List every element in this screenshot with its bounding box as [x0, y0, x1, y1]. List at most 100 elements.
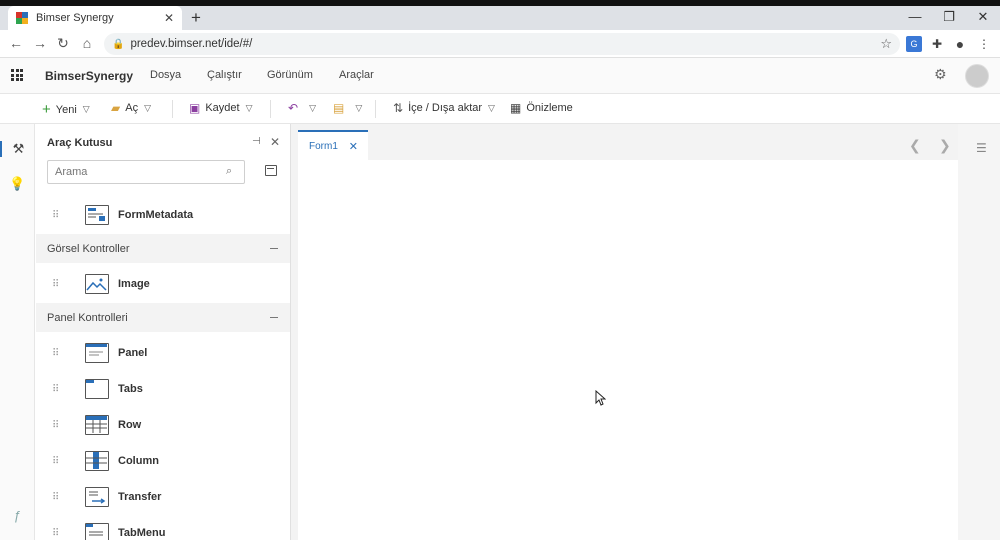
close-tab-icon[interactable]: ✕ — [164, 11, 174, 25]
lightbulb-icon[interactable]: 💡 — [0, 176, 35, 192]
restore-icon[interactable]: ❐ — [932, 6, 966, 30]
section-gorsel-kontroller[interactable]: Görsel Kontroller — [36, 234, 290, 263]
drag-handle-icon[interactable]: ⠿ — [52, 210, 68, 221]
url-text: predev.bimser.net/ide/#/ — [130, 38, 253, 50]
form-design-canvas[interactable] — [298, 160, 958, 540]
profile-icon[interactable]: ● — [952, 36, 968, 52]
clipboard-icon: ▤ — [333, 101, 345, 115]
save-button[interactable]: ▣ Kaydet ▽ — [189, 101, 253, 115]
browser-menu-icon[interactable]: ⋮ — [976, 36, 992, 52]
folder-icon: ▰ — [111, 101, 121, 115]
section-label: Panel Kontrolleri — [47, 311, 128, 324]
save-icon: ▣ — [189, 101, 201, 115]
browser-tab-title: Bimser Synergy — [36, 12, 114, 24]
function-icon[interactable]: ƒ — [0, 508, 35, 523]
right-panel-strip: ☰ — [958, 124, 1000, 540]
new-tab-icon[interactable]: + — [191, 9, 201, 27]
drag-handle-icon[interactable]: ⠿ — [52, 528, 68, 539]
tab-form1[interactable]: Form1 ✕ — [298, 130, 368, 160]
toolbox-item-label: Tabs — [118, 383, 143, 395]
preview-icon: ▦ — [510, 101, 522, 115]
toolbox-item-formmetadata[interactable]: ⠿ FormMetadata — [36, 198, 290, 232]
image-icon — [85, 274, 109, 294]
new-button[interactable]: + Yeni ▽ — [42, 101, 90, 118]
tabmenu-icon — [85, 523, 109, 540]
url-field[interactable]: 🔒 predev.bimser.net/ide/#/ ☆ — [104, 33, 900, 55]
minimize-icon[interactable]: — — [898, 6, 932, 30]
forward-icon[interactable]: → — [31, 35, 49, 51]
back-icon[interactable]: ← — [7, 35, 25, 51]
toolbox-item-column[interactable]: ⠿ Column — [36, 444, 290, 478]
tabs-icon — [85, 379, 109, 399]
close-icon[interactable]: ✕ — [270, 135, 280, 149]
undo-icon: ↶ — [288, 101, 299, 115]
menu-gorunum[interactable]: Görünüm — [267, 69, 313, 81]
toolbar: + Yeni ▽ ▰ Aç ▽ ▣ Kaydet ▽ ↶ ▽ ▤ ▽ ⇅ İçe… — [0, 94, 1000, 124]
browser-tab[interactable]: Bimser Synergy ✕ — [8, 6, 182, 30]
preview-button[interactable]: ▦ Önizleme — [510, 101, 573, 115]
address-bar: ← → ↻ ⌂ 🔒 predev.bimser.net/ide/#/ ☆ G ✚… — [0, 30, 1000, 58]
left-rail: ⚒ 💡 ƒ — [0, 124, 35, 540]
toolbar-divider — [270, 100, 271, 118]
toolbar-divider — [375, 100, 376, 118]
toolbox-item-tabs[interactable]: ⠿ Tabs — [36, 372, 290, 406]
home-icon[interactable]: ⌂ — [78, 35, 96, 51]
toolbox-title: Araç Kutusu — [47, 137, 113, 149]
app-header: BimserSynergy Dosya Çalıştır Görünüm Ara… — [0, 58, 1000, 94]
section-label: Görsel Kontroller — [47, 242, 130, 255]
apps-grid-icon[interactable] — [11, 69, 23, 81]
undo-button[interactable]: ↶ ▽ — [288, 101, 316, 115]
menu-calistir[interactable]: Çalıştır — [207, 69, 242, 81]
toolbox-item-panel[interactable]: ⠿ Panel — [36, 336, 290, 370]
toolbox-item-label: Column — [118, 455, 159, 467]
bimser-favicon-icon — [16, 12, 28, 24]
panel-icon — [85, 343, 109, 363]
extensions-icon[interactable]: ✚ — [929, 36, 945, 52]
window-close-icon[interactable]: ✕ — [966, 6, 1000, 30]
drag-handle-icon[interactable]: ⠿ — [52, 348, 68, 359]
import-export-icon: ⇅ — [393, 101, 404, 115]
avatar[interactable] — [965, 64, 989, 88]
formmetadata-icon — [85, 205, 109, 225]
drag-handle-icon[interactable]: ⠿ — [52, 456, 68, 467]
drag-handle-icon[interactable]: ⠿ — [52, 420, 68, 431]
toolbox-item-row[interactable]: ⠿ Row — [36, 408, 290, 442]
import-export-button[interactable]: ⇅ İçe / Dışa aktar ▽ — [393, 101, 495, 115]
editor-area: Form1 ✕ ❮ ❯ — [291, 124, 958, 540]
open-button[interactable]: ▰ Aç ▽ — [111, 101, 151, 115]
chevron-down-icon: ▽ — [488, 102, 495, 113]
transfer-icon — [85, 487, 109, 507]
section-panel-kontrolleri[interactable]: Panel Kontrolleri — [36, 303, 290, 332]
toolbox-item-tabmenu[interactable]: ⠿ TabMenu — [36, 516, 290, 540]
drag-handle-icon[interactable]: ⠿ — [52, 492, 68, 503]
drag-handle-icon[interactable]: ⠿ — [52, 279, 68, 290]
chevron-right-icon[interactable]: ❯ — [939, 137, 951, 154]
close-tab-icon[interactable]: ✕ — [349, 140, 358, 153]
collapse-section-icon[interactable] — [270, 248, 278, 249]
reload-icon[interactable]: ↻ — [54, 35, 72, 52]
translate-icon[interactable]: G — [906, 36, 922, 52]
search-input[interactable] — [47, 160, 245, 184]
collapse-all-icon[interactable] — [265, 165, 277, 176]
clipboard-button[interactable]: ▤ ▽ — [333, 101, 362, 115]
app-brand: BimserSynergy — [45, 69, 134, 83]
bookmark-star-icon[interactable]: ☆ — [880, 36, 892, 52]
toolbox-item-label: Row — [118, 419, 142, 431]
tab-label: Form1 — [309, 140, 338, 152]
toolbox-tools-icon[interactable]: ⚒ — [0, 141, 35, 157]
collapse-section-icon[interactable] — [270, 317, 278, 318]
menu-dosya[interactable]: Dosya — [150, 69, 181, 81]
properties-list-icon[interactable]: ☰ — [976, 141, 987, 155]
chevron-down-icon: ▽ — [144, 102, 151, 113]
toolbar-divider — [172, 100, 173, 118]
drag-handle-icon[interactable]: ⠿ — [52, 384, 68, 395]
toolbox-item-image[interactable]: ⠿ Image — [36, 267, 290, 301]
toolbox-item-label: TabMenu — [118, 527, 166, 539]
column-icon — [85, 451, 109, 471]
toolbox-item-transfer[interactable]: ⠿ Transfer — [36, 480, 290, 514]
chevron-left-icon[interactable]: ❮ — [909, 137, 921, 154]
plus-icon: + — [42, 101, 51, 118]
pin-icon[interactable]: ⊣ — [252, 136, 261, 147]
gear-icon[interactable]: ⚙ — [934, 66, 947, 83]
menu-araclar[interactable]: Araçlar — [339, 69, 374, 81]
